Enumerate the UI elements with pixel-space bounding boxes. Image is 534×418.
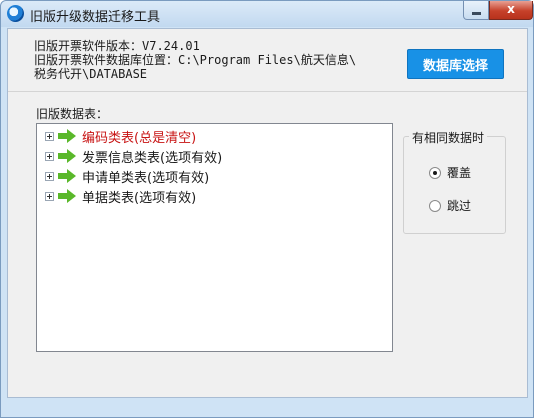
window-title: 旧版升级数据迁移工具 <box>30 10 161 25</box>
overwrite-label: 覆盖 <box>447 166 472 180</box>
tree-item-invoice-tables[interactable]: 发票信息类表(选项有效) <box>45 147 223 166</box>
close-button[interactable]: x <box>489 1 533 20</box>
software-info: 旧版开票软件版本：V7.24.01 旧版开票软件数据库位置：C:\Program… <box>34 39 356 81</box>
skip-label: 跳过 <box>447 199 472 213</box>
database-location-text: 旧版开票软件数据库位置：C:\Program Files\航天信息\ <box>34 53 357 67</box>
tables-label: 旧版数据表： <box>36 107 109 121</box>
minimize-button[interactable] <box>463 1 489 20</box>
title-bar[interactable]: 旧版升级数据迁移工具 x <box>1 1 533 27</box>
divider <box>8 91 527 92</box>
version-text: 旧版开票软件版本：V7.24.01 <box>34 39 200 53</box>
green-arrow-icon <box>58 129 76 143</box>
database-location-text-cont: 税务代开\DATABASE <box>34 67 148 81</box>
skip-radio[interactable]: 跳过 <box>429 197 471 214</box>
minimize-icon <box>472 12 481 15</box>
duplicate-data-options <box>403 136 506 234</box>
radio-checked-icon[interactable] <box>429 166 441 179</box>
green-arrow-icon <box>58 169 76 183</box>
main-panel: 旧版开票软件版本：V7.24.01 旧版开票软件数据库位置：C:\Program… <box>7 28 528 398</box>
close-icon: x <box>507 2 515 16</box>
tree-item-application-tables[interactable]: 申请单类表(选项有效) <box>45 167 210 186</box>
tree-item-label: 发票信息类表(选项有效) <box>82 150 223 166</box>
overwrite-radio[interactable]: 覆盖 <box>429 164 471 181</box>
database-select-button[interactable]: 数据库选择 <box>407 49 504 79</box>
duplicate-data-legend: 有相同数据时 <box>409 129 488 146</box>
green-arrow-icon <box>58 189 76 203</box>
app-logo-icon <box>7 5 24 22</box>
tree-item-label: 单据类表(选项有效) <box>82 190 197 206</box>
tree-item-label: 编码类表(总是清空) <box>82 130 197 146</box>
radio-unchecked-icon[interactable] <box>429 199 441 212</box>
expand-icon[interactable] <box>45 151 54 161</box>
table-tree[interactable]: 编码类表(总是清空) 发票信息类表(选项有效) 申请单类表(选项有效) 单据类表… <box>36 123 393 352</box>
expand-icon[interactable] <box>45 191 54 201</box>
tree-item-document-tables[interactable]: 单据类表(选项有效) <box>45 187 197 206</box>
tree-item-coding-tables[interactable]: 编码类表(总是清空) <box>45 127 197 146</box>
tree-item-label: 申请单类表(选项有效) <box>82 170 210 186</box>
green-arrow-icon <box>58 149 76 163</box>
expand-icon[interactable] <box>45 171 54 181</box>
app-window: 旧版升级数据迁移工具 x 旧版开票软件版本：V7.24.01 旧版开票软件数据库… <box>0 0 534 418</box>
expand-icon[interactable] <box>45 131 54 141</box>
